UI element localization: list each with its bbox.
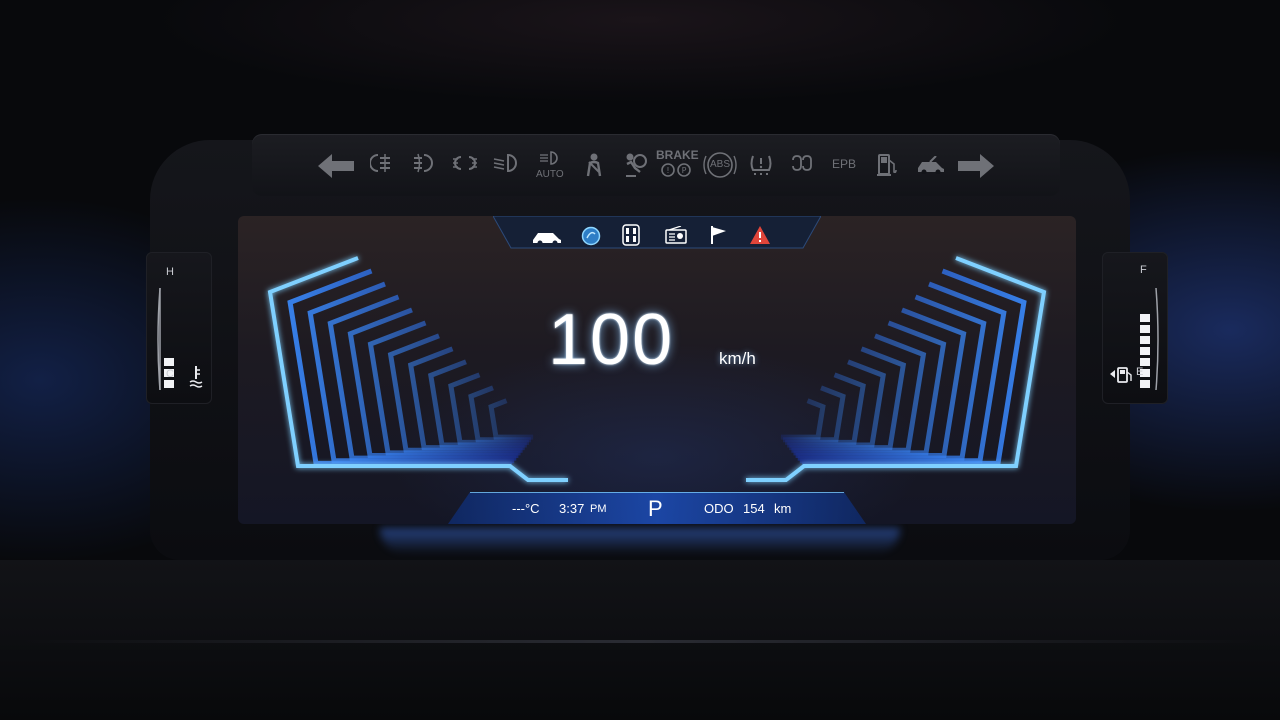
outside-temperature: ---°C <box>512 501 540 516</box>
speed-readout: 100 <box>548 300 675 380</box>
brake-warning-icon: BRAKE ! P <box>656 148 699 182</box>
gauge-segment <box>1140 347 1150 355</box>
bottom-info-strip: ---°C 3:37 PM P ODO 154 km <box>466 494 838 524</box>
brake-label: BRAKE <box>656 148 699 162</box>
fuel-full-label: F <box>1140 264 1147 276</box>
gauge-segment <box>1140 303 1150 311</box>
gauge-segment <box>164 358 174 366</box>
tunnel-stripe <box>407 346 525 451</box>
instrument-cluster: AUTO BRAKE ! P ABS EPB H C F E 100 km/h … <box>0 0 1280 720</box>
svg-text:!: ! <box>666 166 669 175</box>
tunnel-stripe <box>789 346 907 451</box>
tunnel-stripe <box>780 398 826 440</box>
tunnel-stripe <box>488 398 534 440</box>
low-fuel-icon <box>877 154 897 176</box>
gauge-segment <box>164 380 174 388</box>
parking-lights-icon <box>453 156 477 170</box>
rear-fog-lamp-icon <box>370 154 390 172</box>
auto-headlamp-icon: AUTO <box>536 150 564 180</box>
clock-time: 3:37 <box>559 501 585 516</box>
gauge-segment <box>1140 314 1150 322</box>
turn-right-arrow-icon <box>958 154 994 178</box>
coolant-low-label: C <box>166 368 174 380</box>
gear-indicator: P <box>648 496 663 521</box>
seat-icon <box>622 224 640 246</box>
coolant-temp-gauge: H C <box>146 252 212 404</box>
cluster-display: 100 km/h ---°C 3:37 PM P ODO 154 km <box>238 216 1076 524</box>
tunnel-stripe <box>367 320 521 456</box>
eco-indicator-icon <box>581 226 601 246</box>
airbag-warning-icon <box>626 153 647 177</box>
abs-label: ABS <box>709 159 730 170</box>
coolant-icon <box>189 366 203 388</box>
clock-am-pm: PM <box>590 503 607 515</box>
gauge-segment <box>1140 325 1150 333</box>
gauge-segment <box>164 325 174 333</box>
odometer-unit: km <box>774 501 792 516</box>
flag-icon <box>711 226 726 244</box>
warning-triangle-icon <box>750 226 770 244</box>
gauge-segment <box>164 314 174 322</box>
coolant-high-label: H <box>166 266 174 278</box>
vehicle-status-icon <box>533 233 561 246</box>
ambient-light-rim <box>380 528 900 554</box>
tunnel-stripe <box>468 385 531 443</box>
gauge-segment <box>164 336 174 344</box>
odometer-value: 154 <box>743 501 765 516</box>
gauge-segment <box>164 347 174 355</box>
fuel-empty-label: E <box>1136 366 1144 378</box>
fuel-gauge: F E <box>1102 252 1168 404</box>
odometer-label: ODO <box>704 501 734 516</box>
auto-label: AUTO <box>536 169 564 180</box>
turn-left-arrow-icon <box>318 154 354 178</box>
speed-unit: km/h <box>719 349 756 368</box>
abs-warning-icon: ABS <box>702 150 738 180</box>
gauge-segment <box>1140 336 1150 344</box>
tunnel-stripe <box>793 320 947 456</box>
gauge-segment <box>164 303 174 311</box>
telltale-bar: AUTO BRAKE ! P ABS EPB <box>252 134 1060 196</box>
door-open-icon <box>918 156 944 174</box>
epb-label: EPB <box>832 157 857 171</box>
top-icon-row <box>531 222 791 246</box>
dashboard-edge <box>20 640 1260 643</box>
front-fog-lamp-icon <box>414 153 433 173</box>
tire-pressure-warning-icon <box>750 155 772 175</box>
fuel-pump-icon <box>1110 367 1132 383</box>
gauge-segment <box>1140 380 1150 388</box>
glow-plug-icon <box>792 155 812 171</box>
svg-text:P: P <box>682 166 687 175</box>
gauge-segment <box>1140 358 1150 366</box>
low-beam-icon <box>493 153 517 173</box>
tunnel-stripe <box>783 385 846 443</box>
seatbelt-warning-icon <box>586 153 602 177</box>
radio-icon <box>665 226 687 244</box>
